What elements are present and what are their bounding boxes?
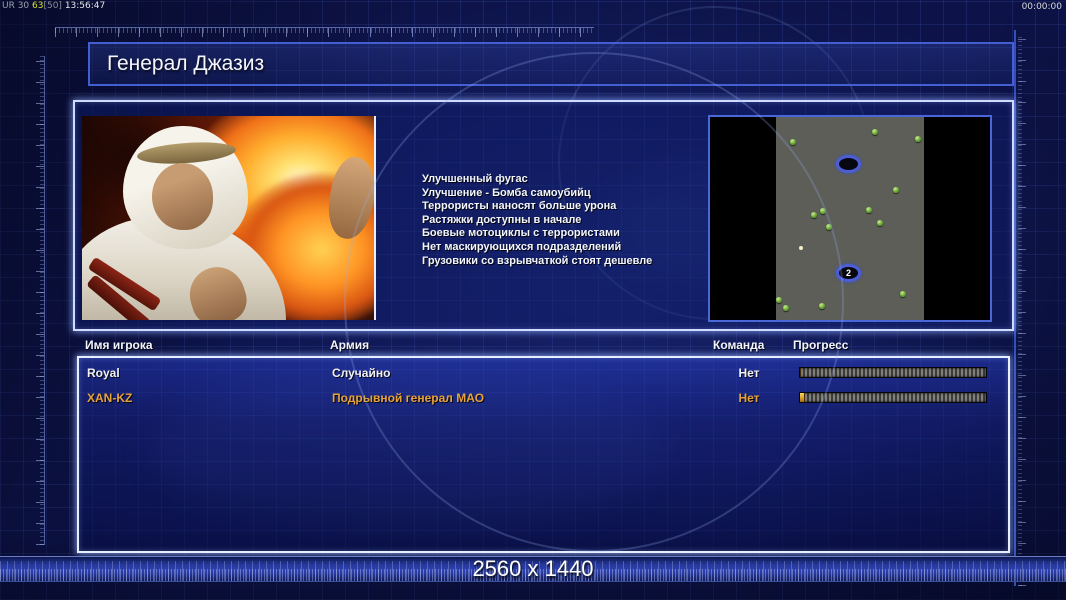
load-progress-fill <box>800 393 805 402</box>
map-tree <box>900 290 907 297</box>
fps-cap: [50] <box>43 1 62 11</box>
title-bar: Генерал Джазиз <box>88 42 1014 86</box>
load-progress-bar <box>799 392 987 403</box>
map-preview: 2 <box>708 115 992 322</box>
map-tree <box>782 304 789 311</box>
start-position-2: 2 <box>836 263 862 282</box>
map-terrain-strip <box>775 117 925 320</box>
fps-overlay-prefix: UR 30 <box>2 1 33 11</box>
map-tree <box>789 138 796 145</box>
bonus-line: Растяжки доступны в начале <box>422 213 582 226</box>
player-name: XAN-KZ <box>87 391 133 405</box>
map-tree <box>826 223 833 230</box>
map-tree <box>865 207 872 214</box>
portrait-face <box>152 162 214 231</box>
start-position-1 <box>836 155 862 174</box>
map-tree <box>871 128 878 135</box>
bonus-line: Улучшение - Бомба самоубийц <box>422 186 591 199</box>
load-progress-bar <box>799 367 987 378</box>
game-timer: 00:00:00 <box>1021 2 1062 12</box>
page-title: Генерал Джазиз <box>107 52 265 75</box>
roster-header-row: Имя игрока Армия Команда Прогресс <box>0 338 1066 356</box>
load-progress-fill <box>800 368 801 377</box>
header-progress: Прогресс <box>793 338 849 352</box>
fps-value: 63 <box>32 1 44 11</box>
bonus-line: Грузовики со взрывчаткой стоят дешевле <box>422 254 653 267</box>
map-tree <box>876 219 883 226</box>
bonus-line: Террористы наносят больше урона <box>422 200 617 213</box>
system-clock: 13:56:47 <box>61 1 106 11</box>
bonus-line: Боевые мотоциклы с террористами <box>422 227 620 240</box>
header-team: Команда <box>713 338 765 352</box>
header-player-name: Имя игрока <box>85 338 153 352</box>
resolution-label: 2560 x 1440 <box>472 556 594 581</box>
player-name: Royal <box>87 366 120 380</box>
faction-bonus-list: Улучшенный фугас Улучшение - Бомба самоу… <box>422 173 652 268</box>
ruler-left <box>36 56 45 545</box>
ruler-top <box>55 27 594 37</box>
general-info-panel: Улучшенный фугас Улучшение - Бомба самоу… <box>73 100 1014 331</box>
map-tree <box>915 135 922 142</box>
player-team: Нет <box>738 391 760 405</box>
player-army: Случайно <box>332 366 391 380</box>
loading-screen: UR 30 63[50] 13:56:47 00:00:00 Генерал Д… <box>0 0 1066 600</box>
bonus-line: Нет маскирующихся подразделений <box>422 240 622 253</box>
header-army: Армия <box>330 338 370 352</box>
player-row: XAN-KZ Подрывной генерал МАО Нет <box>79 391 1008 409</box>
fps-clock-overlay: UR 30 63[50] 13:56:47 <box>2 1 105 12</box>
map-tree <box>775 297 782 304</box>
player-army: Подрывной генерал МАО <box>332 391 485 405</box>
player-list-panel: Royal Случайно Нет XAN-KZ Подрывной гене… <box>77 356 1010 553</box>
bonus-line: Улучшенный фугас <box>422 173 528 185</box>
player-team: Нет <box>738 366 760 380</box>
player-row: Royal Случайно Нет <box>79 366 1008 384</box>
ruler-right <box>1018 36 1026 586</box>
general-portrait <box>82 116 376 320</box>
frame-right-line <box>1014 30 1016 586</box>
